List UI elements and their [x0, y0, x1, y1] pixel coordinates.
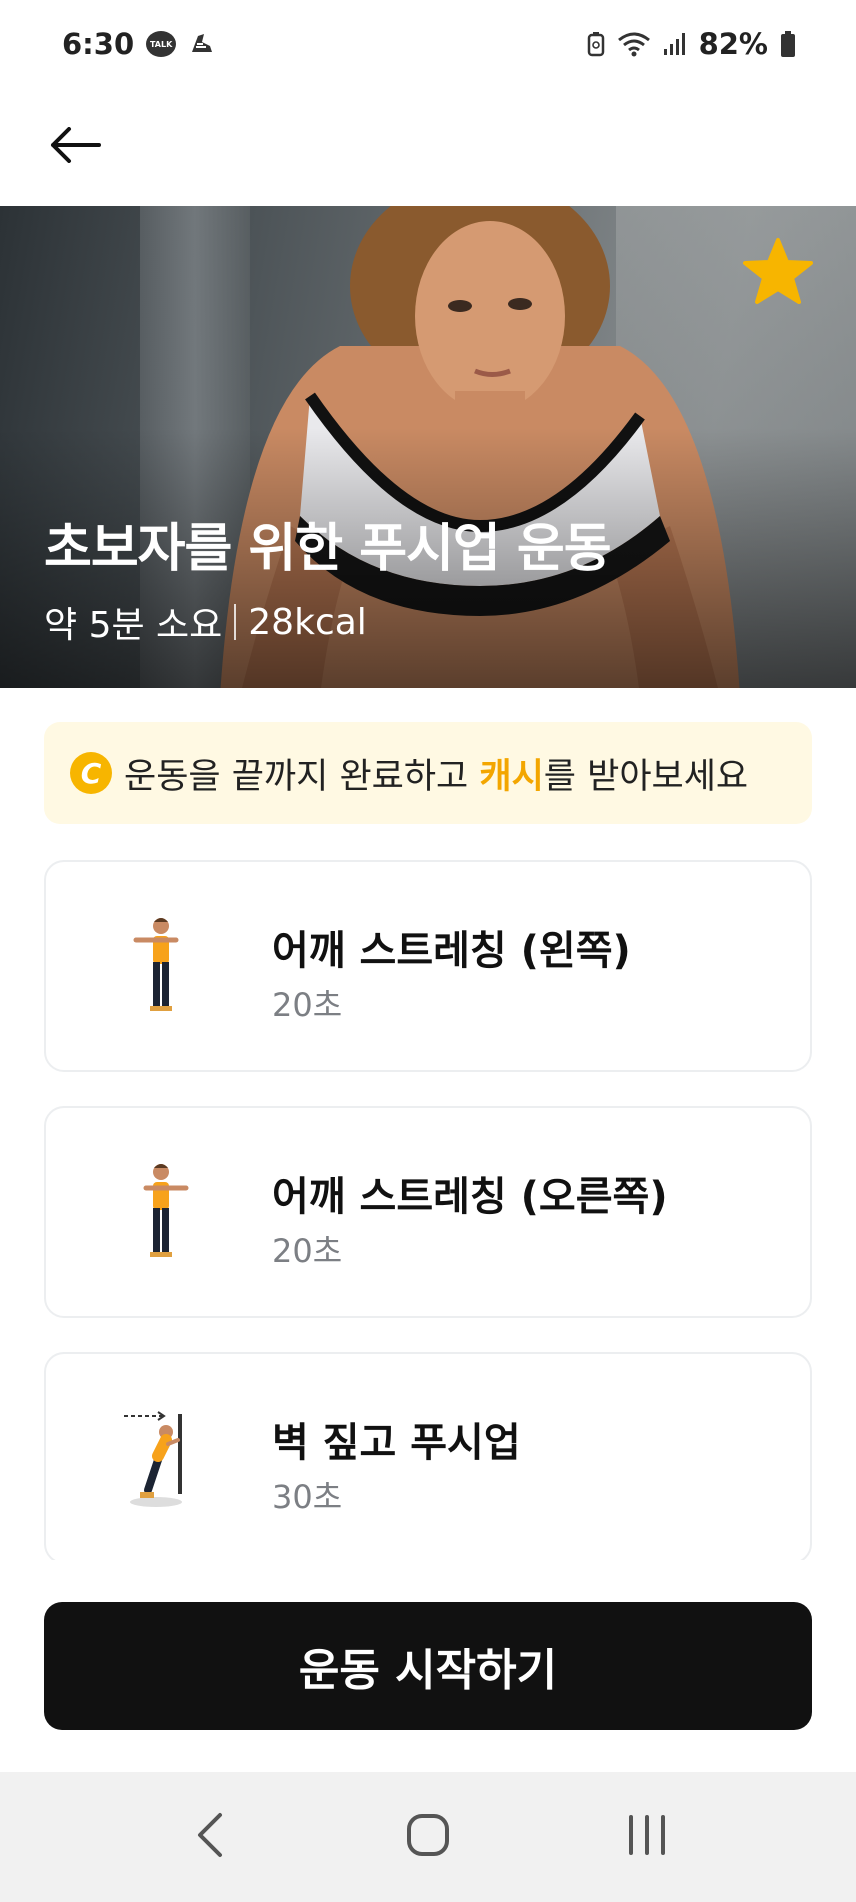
workout-duration: 약 5분 소요 [44, 605, 223, 646]
kakaotalk-icon: TALK [146, 31, 177, 57]
exercise-name: 어깨 스트레칭 (왼쪽) [272, 928, 631, 974]
exercise-duration: 30초 [272, 1478, 343, 1516]
cash-reward-banner: C 운동을 끝까지 완료하고 캐시를 받아보세요 [44, 722, 812, 824]
exercise-duration: 20초 [272, 986, 343, 1024]
status-bar: 6:30 TALK 82% [0, 0, 856, 88]
exercise-card[interactable]: 벽 짚고 푸시업 30초 [44, 1352, 812, 1560]
shoulder-stretch-right-illustration [143, 1164, 189, 1257]
status-left: 6:30 TALK [62, 27, 216, 61]
battery-icon [780, 30, 796, 58]
cash-coin-icon: C [70, 752, 112, 794]
cash-banner-text: 운동을 끝까지 완료하고 캐시를 받아보세요 [124, 748, 748, 799]
cash-banner-text-after: 를 받아보세요 [543, 756, 749, 797]
wall-pushup-illustration [124, 1411, 182, 1507]
favorite-button[interactable] [740, 234, 816, 310]
battery-percent: 82% [698, 27, 768, 61]
nav-back-icon [194, 1811, 224, 1863]
signal-icon [663, 31, 687, 57]
status-time: 6:30 [62, 27, 135, 61]
start-workout-button[interactable]: 운동 시작하기 [44, 1602, 812, 1730]
wifi-icon [617, 31, 651, 57]
workout-meta: 약 5분 소요 28kcal [44, 596, 367, 648]
status-right: 82% [587, 27, 796, 61]
back-button[interactable] [40, 114, 110, 180]
exercise-card[interactable]: 어깨 스트레칭 (왼쪽) 20초 [44, 860, 812, 1072]
running-shoe-icon [188, 30, 216, 58]
star-icon [740, 238, 816, 314]
nav-home-button[interactable] [383, 1792, 473, 1882]
workout-calories: 28kcal [248, 601, 367, 643]
cash-banner-text-before: 운동을 끝까지 완료하고 [124, 756, 480, 797]
nav-home-icon [406, 1813, 450, 1861]
arrow-left-icon [49, 127, 101, 167]
exercise-list: 어깨 스트레칭 (왼쪽) 20초 어깨 스트레칭 (오른쪽) 20초 벽 짚고 … [44, 860, 812, 1560]
cash-highlight: 캐시 [479, 756, 544, 797]
exercise-name: 어깨 스트레칭 (오른쪽) [272, 1174, 668, 1220]
exercise-card[interactable]: 어깨 스트레칭 (오른쪽) 20초 [44, 1106, 812, 1318]
workout-hero-image: 초보자를 위한 푸시업 운동 약 5분 소요 28kcal [0, 206, 856, 688]
exercise-name: 벽 짚고 푸시업 [272, 1420, 521, 1466]
battery-saver-icon [587, 31, 605, 57]
exercise-duration: 20초 [272, 1232, 343, 1270]
app-bar [0, 88, 856, 206]
system-nav-bar [0, 1772, 856, 1902]
shoulder-stretch-left-illustration [133, 918, 179, 1011]
meta-divider [234, 604, 237, 640]
nav-recents-icon [625, 1813, 669, 1861]
screen: 6:30 TALK 82% 초보자를 위한 푸시업 운동 약 5분 소요 28k… [0, 0, 856, 1902]
nav-back-button[interactable] [164, 1792, 254, 1882]
nav-recents-button[interactable] [602, 1792, 692, 1882]
workout-title: 초보자를 위한 푸시업 운동 [44, 519, 612, 579]
